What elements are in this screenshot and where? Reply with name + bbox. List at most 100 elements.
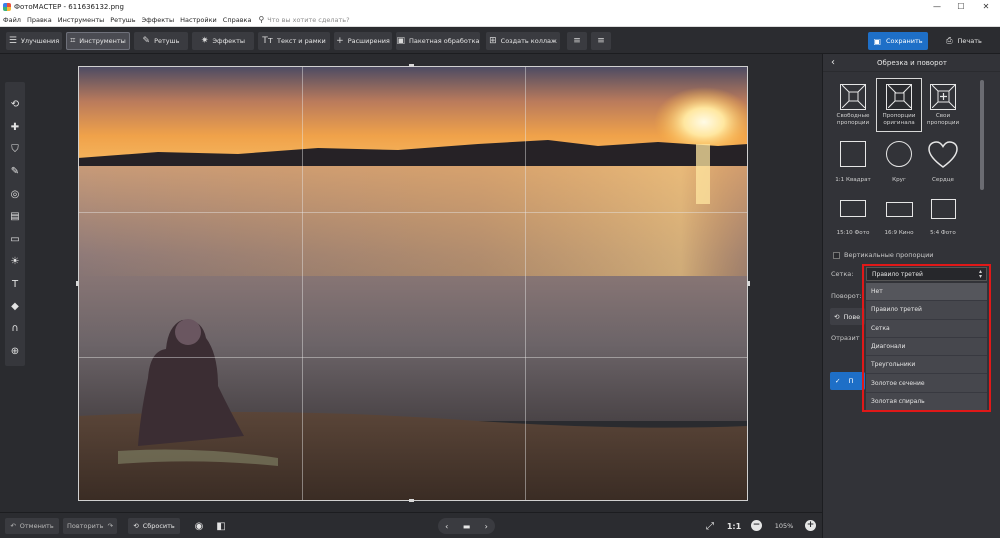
actual-size-button[interactable]: 1:1 [725,518,743,534]
queue-add-button[interactable]: ≡ [567,32,587,50]
gradient-icon[interactable]: ▤ [5,208,25,224]
menu-help[interactable]: Справка [220,16,255,24]
batch-icon: ▣ [396,36,405,46]
crop-handle-top[interactable] [409,64,414,67]
text-tool-icon[interactable]: T [5,276,25,292]
photo-5-4-icon [930,199,956,219]
apply-button[interactable]: ✓ П [830,372,865,390]
undo-icon: ↶ [10,522,16,530]
undo-button[interactable]: ↶ Отменить [5,518,59,534]
horseshoe-icon[interactable]: ∩ [5,320,25,336]
tab-label: Расширения [347,37,390,45]
brush-tool-icon[interactable]: ✎ [5,163,25,179]
menu-effects[interactable]: Эффекты [139,16,178,24]
menu-file[interactable]: Файл [0,16,24,24]
vignette-icon[interactable]: ▭ [5,231,25,247]
preview-eye-icon[interactable]: ◉ [192,518,206,534]
crop-handle-right[interactable] [747,281,750,286]
crop-icon: ⌗ [70,36,76,46]
custom-ratio-icon [930,84,956,110]
folder-icon[interactable]: ▬ [463,522,471,531]
crop-handle-bottom[interactable] [409,499,414,502]
rotate-button-label: Пове [843,312,861,321]
vertical-proportions-label: Вертикальные пропорции [844,251,934,259]
print-button[interactable]: ⎙ Печать [936,32,992,50]
ratio-label: Круг [892,177,906,183]
stamp-icon[interactable]: ⛉ [5,141,25,157]
undo-label: Отменить [19,522,54,530]
app-window: ФотоМАСТЕР - 611636132.png — ☐ ✕ Файл Пр… [0,0,1000,538]
menu-retouch[interactable]: Ретушь [107,16,138,24]
tab-label: Инструменты [79,37,126,45]
create-collage-button[interactable]: ⊞ Создать коллаж [486,32,560,50]
crop-handle-left[interactable] [76,281,79,286]
zoom-in-icon[interactable]: + [805,520,816,531]
close-icon[interactable]: ✕ [975,0,997,13]
search-field[interactable]: ⚲ Что вы хотите сделать? [258,15,349,24]
tab-instruments[interactable]: ⌗ Инструменты [66,32,130,50]
ratio-16-9[interactable]: 16:9 Кино [876,202,922,237]
healing-bandage-icon[interactable]: ✚ [5,119,25,135]
ratio-circle[interactable]: Круг [876,141,922,184]
collage-icon: ⊞ [489,36,497,46]
left-tool-strip: ⟲ ✚ ⛉ ✎ ◎ ▤ ▭ ☀ T ◆ ∩ ⊕ [5,82,25,366]
menu-settings[interactable]: Настройки [177,16,220,24]
menu-bar: Файл Правка Инструменты Ретушь Эффекты Н… [0,13,1000,27]
cinema-16-9-icon [885,202,913,217]
flip-label: Отразит [831,334,860,342]
ratio-5-4[interactable]: 5:4 Фото [920,199,966,237]
tab-retouch[interactable]: ✎ Ретушь [134,32,188,50]
queue-settings-button[interactable]: ≡ [591,32,611,50]
fill-icon[interactable]: ◆ [5,298,25,314]
next-arrow-icon[interactable]: › [485,522,488,531]
list-add-icon: ≡ [573,36,581,46]
save-button[interactable]: ▣ Сохранить [868,32,928,50]
batch-label: Пакетная обработка [408,37,480,45]
ratio-label: 5:4 Фото [930,230,956,236]
ratio-15-10[interactable]: 15:10 Фото [830,200,876,237]
globe-icon[interactable]: ⊕ [5,343,25,359]
maximize-icon[interactable]: ☐ [950,0,972,13]
light-icon[interactable]: ☀ [5,253,25,269]
tab-text-frames[interactable]: Tт Текст и рамки [258,32,330,50]
save-icon: ▣ [873,36,881,46]
vertical-proportions-row[interactable]: Вертикальные пропорции [833,251,934,259]
vertical-proportions-checkbox[interactable] [833,251,840,259]
crop-frame[interactable] [78,66,748,501]
fit-screen-icon[interactable]: ⤢ [703,518,717,534]
ratio-original[interactable]: Пропорции оригинала [876,78,922,132]
prev-arrow-icon[interactable]: ‹ [445,522,448,531]
bottom-bar: ↶ Отменить Повторить ↷ ⟲ Сбросить ◉ ◧ ‹ … [0,512,822,538]
print-label: Печать [957,37,982,45]
ratio-custom[interactable]: Свои пропорции [920,84,966,127]
ratio-heart[interactable]: Сердце [920,141,966,184]
menu-edit[interactable]: Правка [24,16,55,24]
rotate-button[interactable]: ⟲ Пове [830,308,865,325]
ratio-square[interactable]: 1:1 Квадрат [830,141,876,184]
reset-icon: ⟲ [133,522,139,530]
ratio-label: 15:10 Фото [836,230,870,236]
target-icon[interactable]: ◎ [5,186,25,202]
rotate-icon[interactable]: ⟲ [5,96,25,112]
tab-improvements[interactable]: ☰ Улучшения [6,32,62,50]
ratio-free[interactable]: Свободные пропорции [830,84,876,127]
tab-effects[interactable]: ✷ Эффекты [192,32,254,50]
menu-tools[interactable]: Инструменты [55,16,108,24]
ratio-scrollbar[interactable] [980,80,984,190]
back-arrow-icon[interactable]: ‹ [831,57,835,68]
text-icon: Tт [262,36,273,46]
reset-button[interactable]: ⟲ Сбросить [128,518,180,534]
batch-processing-button[interactable]: ▣ Пакетная обработка [396,32,480,50]
compare-icon[interactable]: ◧ [214,518,228,534]
zoom-out-icon[interactable]: − [751,520,762,531]
free-ratio-icon [840,84,866,110]
original-ratio-icon [886,84,912,110]
grid-line [79,212,747,213]
photo-15-10-icon [840,200,866,217]
redo-button[interactable]: Повторить ↷ [63,518,117,534]
minimize-icon[interactable]: — [926,0,948,13]
ratio-label: Пропорции оригинала [882,113,916,126]
tab-extensions[interactable]: + Расширения [334,32,392,50]
list-settings-icon: ≡ [597,36,605,46]
sparkle-icon: ✷ [200,36,209,46]
